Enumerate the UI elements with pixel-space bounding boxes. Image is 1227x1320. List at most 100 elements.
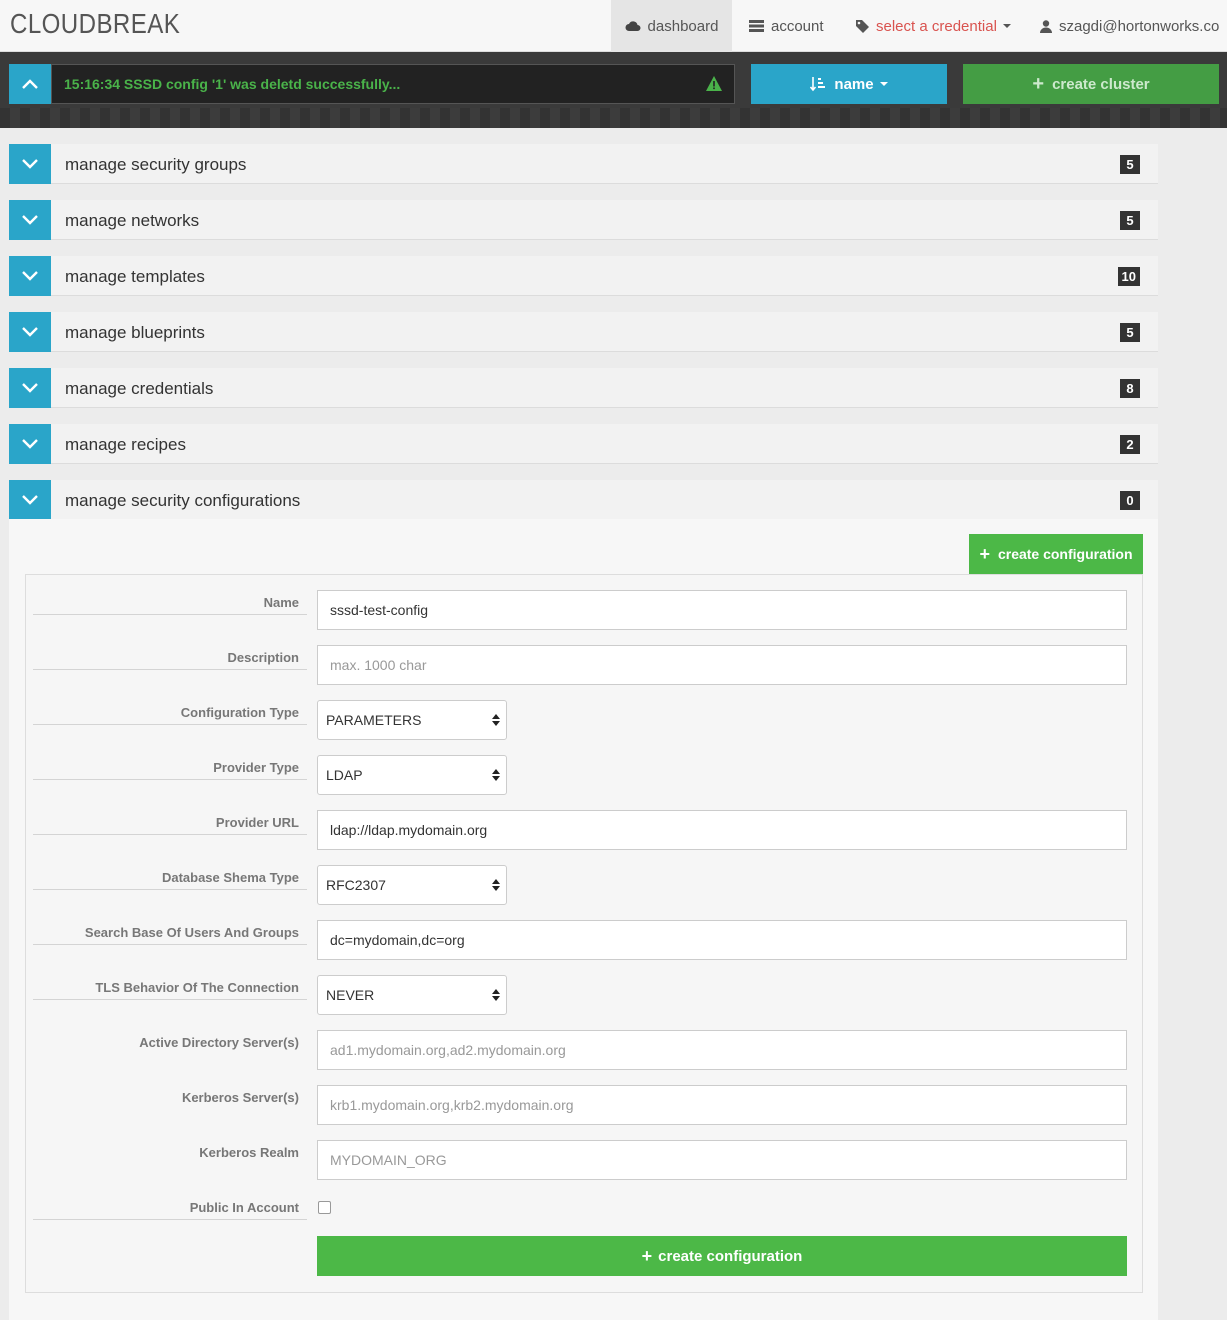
provider-url-label: Provider URL [215,815,299,830]
panel-security-groups[interactable]: manage security groups 5 [9,144,1158,184]
divider [33,1219,307,1220]
divider [33,669,307,670]
create-configuration-toggle-button[interactable]: + create configuration [969,534,1143,574]
nav-account[interactable]: account [749,0,824,52]
select-arrows-icon [492,989,500,1001]
config-type-select[interactable]: PARAMETERS [317,700,507,740]
create-cluster-button[interactable]: + create cluster [963,64,1219,104]
search-base-input[interactable]: dc=mydomain,dc=org [317,920,1127,960]
create-configuration-label: create configuration [997,546,1133,562]
chevron-down-icon[interactable] [9,368,51,408]
count-badge: 0 [1120,491,1140,510]
description-input[interactable]: max. 1000 char [317,645,1127,685]
search-base-label: Search Base Of Users And Groups [84,925,299,940]
panel-templates[interactable]: manage templates 10 [9,256,1158,296]
kerberos-realm-label: Kerberos Realm [199,1145,299,1160]
panel-title: manage blueprints [65,323,205,342]
tls-select[interactable]: NEVER [317,975,507,1015]
divider [33,779,307,780]
list-icon [749,20,764,32]
user-name: szagdi@hortonworks.com [1059,17,1219,35]
panel-title: manage templates [65,267,205,286]
kerberos-servers-input[interactable]: krb1.mydomain.org,krb2.mydomain.org [317,1085,1127,1125]
panel-title: manage networks [65,211,200,230]
toolbar-divider [0,108,1227,128]
create-cluster-label: create cluster [1052,75,1150,93]
nav-account-label: account [771,17,824,35]
ad-servers-input[interactable]: ad1.mydomain.org,ad2.mydomain.org [317,1030,1127,1070]
count-badge: 2 [1120,435,1140,454]
kerberos-realm-input[interactable]: MYDOMAIN_ORG [317,1140,1127,1180]
sort-dropdown-button[interactable]: name [751,64,947,104]
panel-title: manage security configurations [65,491,301,510]
collapse-toolbar-button[interactable] [9,64,51,104]
chevron-down-icon[interactable] [9,312,51,352]
count-badge: 5 [1120,323,1140,342]
plus-icon: + [1032,73,1045,95]
name-label: Name [263,595,299,610]
panel-title: manage recipes [65,435,186,454]
chevron-down-icon[interactable] [9,144,51,184]
panel-security-configurations[interactable]: manage security configurations 0 [9,480,1158,520]
select-arrows-icon [492,714,500,726]
name-input[interactable]: sssd-test-config [317,590,1127,630]
brand-logo[interactable]: CLOUDBREAK [10,8,180,40]
submit-label: create configuration [658,1247,803,1265]
warning-icon [706,76,722,94]
plus-icon: + [979,544,990,564]
tls-label: TLS Behavior Of The Connection [95,980,299,995]
schema-type-select[interactable]: RFC2307 [317,865,507,905]
chevron-down-icon[interactable] [9,480,51,520]
tls-value: NEVER [326,987,375,1003]
panel-title: manage security groups [65,155,247,174]
create-configuration-submit-button[interactable]: + create configuration [317,1236,1127,1276]
nav-dashboard[interactable]: dashboard [611,0,732,52]
provider-type-label: Provider Type [213,760,299,775]
divider [33,614,307,615]
credential-dropdown[interactable]: select a credential [856,0,1011,52]
provider-url-input[interactable]: ldap://ldap.mydomain.org [317,810,1127,850]
panel-networks[interactable]: manage networks 5 [9,200,1158,240]
chevron-down-icon[interactable] [9,424,51,464]
user-icon [1040,19,1052,33]
panel-title: manage credentials [65,379,214,398]
cloud-icon [625,20,641,32]
select-arrows-icon [492,769,500,781]
divider [33,944,307,945]
plus-icon: + [641,1246,653,1266]
sort-label: name [834,75,874,93]
public-label: Public In Account [189,1200,299,1215]
divider [33,889,307,890]
description-label: Description [227,650,299,665]
divider [33,999,307,1000]
nav-dashboard-label: dashboard [647,17,719,35]
ad-servers-label: Active Directory Server(s) [139,1035,299,1050]
notification-text: 15:16:34 SSSD config '1' was deletd succ… [64,76,401,92]
right-gutter [1158,128,1227,1320]
config-type-label: Configuration Type [180,705,299,720]
panel-blueprints[interactable]: manage blueprints 5 [9,312,1158,352]
notification-bar: 15:16:34 SSSD config '1' was deletd succ… [51,64,735,104]
panel-credentials[interactable]: manage credentials 8 [9,368,1158,408]
kerberos-servers-label: Kerberos Server(s) [181,1090,299,1105]
public-checkbox[interactable] [318,1201,331,1214]
tag-icon [856,19,869,33]
top-navbar: CLOUDBREAK dashboard account select a cr… [0,0,1227,52]
user-menu[interactable]: szagdi@hortonworks.com [1040,0,1219,52]
provider-type-value: LDAP [326,767,363,783]
panel-recipes[interactable]: manage recipes 2 [9,424,1158,464]
schema-type-value: RFC2307 [326,877,386,893]
divider [33,834,307,835]
chevron-down-icon [879,82,888,86]
chevron-down-icon[interactable] [9,256,51,296]
sort-icon [810,77,826,92]
count-badge: 5 [1120,155,1140,174]
provider-type-select[interactable]: LDAP [317,755,507,795]
config-type-value: PARAMETERS [326,712,422,728]
chevron-down-icon[interactable] [9,200,51,240]
credential-label: select a credential [876,17,997,35]
chevron-up-icon [22,79,38,89]
divider [33,724,307,725]
select-arrows-icon [492,879,500,891]
count-badge: 10 [1117,267,1140,286]
